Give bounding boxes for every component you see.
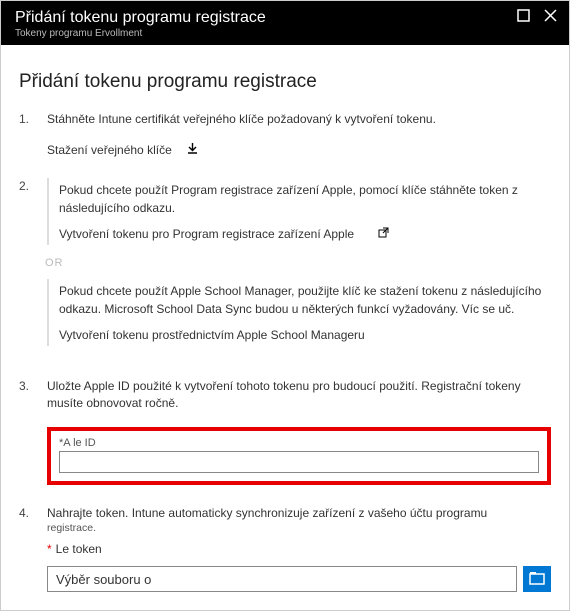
step-1: 1. Stáhněte Intune certifikát veřejného … — [19, 111, 551, 158]
dialog-content: Přidání tokenu programu registrace 1. St… — [1, 45, 569, 610]
download-link-label: Stažení veřejného klíče — [47, 143, 172, 157]
token-label: * Le token — [47, 542, 551, 556]
token-row — [47, 566, 551, 592]
titlebar: Přidání tokenu programu registrace Token… — [1, 1, 569, 45]
required-star: * — [47, 542, 52, 556]
step-4-sub: registrace. — [47, 522, 551, 534]
step-3-text: Uložte Apple ID použité k vytvoření toho… — [47, 378, 551, 413]
token-file-input[interactable] — [47, 566, 517, 592]
option-a: Pokud chcete použít Program registrace z… — [47, 178, 551, 245]
step-number: 3. — [19, 378, 47, 485]
create-dep-token-link[interactable]: Vytvoření tokenu pro Program registrace … — [59, 227, 551, 241]
maximize-icon[interactable] — [517, 9, 530, 24]
page-title: Přidání tokenu programu registrace — [19, 71, 551, 93]
download-public-key-link[interactable]: Stažení veřejného klíče — [47, 142, 551, 158]
step-number: 2. — [19, 178, 47, 358]
option-a-text: Pokud chcete použít Program registrace z… — [59, 182, 551, 217]
option-b-link-label: Vytvoření tokenu prostřednictvím Apple S… — [59, 328, 365, 342]
step-4-text: Nahrajte token. Intune automaticky synch… — [47, 505, 551, 522]
download-icon — [186, 142, 199, 158]
step-body: Stáhněte Intune certifikát veřejného klí… — [47, 111, 551, 158]
step-4: 4. Nahrajte token. Intune automaticky sy… — [19, 505, 551, 592]
create-asm-token-link[interactable]: Vytvoření tokenu prostřednictvím Apple S… — [59, 328, 551, 342]
step-3: 3. Uložte Apple ID použité k vytvoření t… — [19, 378, 551, 485]
window-subtitle: Tokeny programu Ervollment — [15, 28, 266, 39]
apple-id-highlight: *A le ID — [47, 427, 551, 485]
external-link-icon — [378, 227, 389, 241]
dialog-window: Přidání tokenu programu registrace Token… — [0, 0, 570, 611]
apple-id-label: *A le ID — [59, 437, 539, 449]
option-a-link-label: Vytvoření tokenu pro Program registrace … — [59, 227, 354, 241]
step-body: Pokud chcete použít Program registrace z… — [47, 178, 551, 358]
step-number: 1. — [19, 111, 47, 158]
step-number: 4. — [19, 505, 47, 592]
folder-icon — [529, 571, 545, 588]
apple-id-input[interactable] — [59, 451, 539, 473]
step-2: 2. Pokud chcete použít Program registrac… — [19, 178, 551, 358]
window-title: Přidání tokenu programu registrace — [15, 9, 266, 27]
step-body: Uložte Apple ID použité k vytvoření toho… — [47, 378, 551, 485]
option-b-text: Pokud chcete použít Apple School Manager… — [59, 283, 551, 318]
titlebar-controls — [517, 9, 557, 24]
browse-button[interactable] — [523, 566, 551, 592]
option-b: Pokud chcete použít Apple School Manager… — [47, 279, 551, 346]
close-icon[interactable] — [544, 9, 557, 24]
step-1-text: Stáhněte Intune certifikát veřejného klí… — [47, 111, 551, 128]
titlebar-text: Přidání tokenu programu registrace Token… — [15, 9, 266, 39]
token-label-text: Le token — [56, 542, 102, 556]
step-body: Nahrajte token. Intune automaticky synch… — [47, 505, 551, 592]
or-divider: OR — [45, 257, 551, 269]
